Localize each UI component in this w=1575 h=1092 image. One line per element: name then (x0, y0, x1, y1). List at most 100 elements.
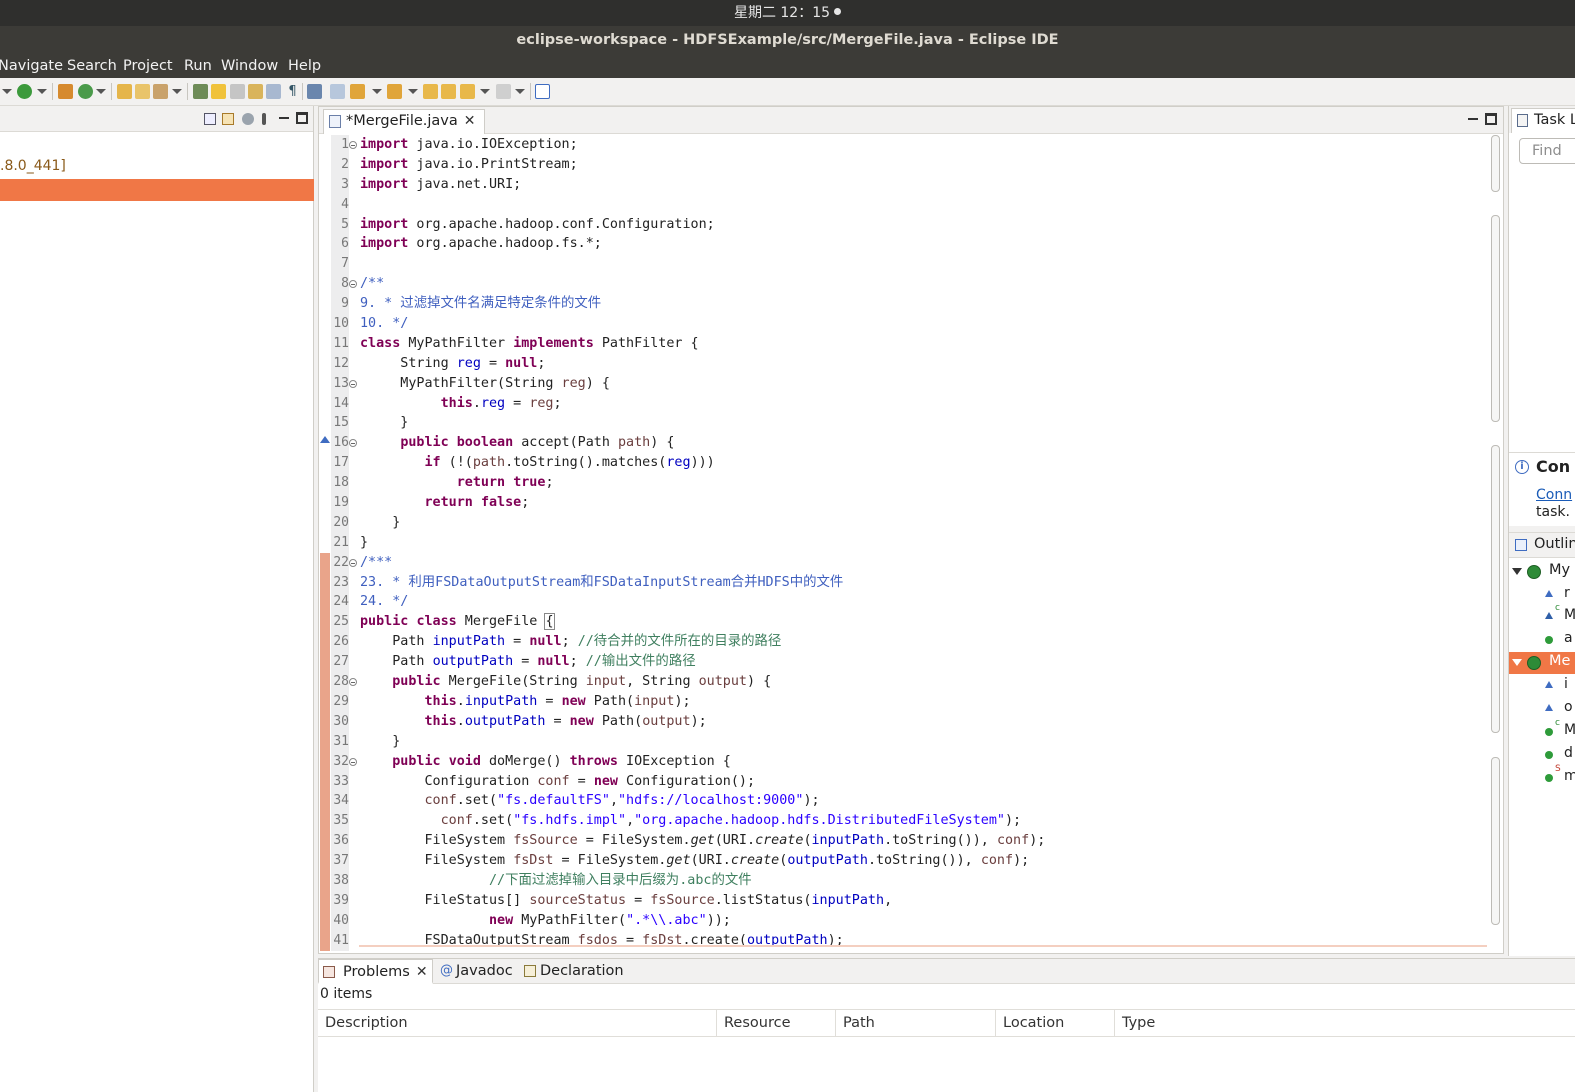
highlight-icon[interactable] (211, 84, 226, 99)
code-line[interactable]: 9 9. * 过滤掉文件名满足特定条件的文件 (319, 294, 1487, 314)
tab-javadoc[interactable]: @ Javadoc (436, 959, 513, 984)
selected-tree-item[interactable] (0, 179, 314, 201)
code-line[interactable]: 23 23. * 利用FSDataOutputStream和FSDataInput… (319, 573, 1487, 593)
column-description[interactable]: Description (318, 1010, 717, 1037)
code-line[interactable]: 17 if (!(path.toString().matches(reg))) (319, 453, 1487, 473)
code-line[interactable]: 30 this.outputPath = new Path(output); (319, 712, 1487, 732)
code-line[interactable]: 22 /*** (319, 553, 1487, 573)
dropdown-arrow-icon[interactable] (96, 89, 106, 94)
next-annotation-icon[interactable] (350, 84, 365, 99)
maximize-icon[interactable] (1485, 113, 1497, 125)
menu-navigate[interactable]: Navigate (0, 58, 63, 74)
menu-window[interactable]: Window (221, 58, 278, 74)
outline-item[interactable]: i (1509, 675, 1575, 697)
new-class-icon[interactable] (78, 84, 93, 99)
minimize-icon[interactable] (278, 112, 290, 124)
tab-declaration[interactable]: Declaration (520, 959, 624, 984)
dropdown-arrow-icon[interactable] (372, 89, 382, 94)
outline-item[interactable]: r (1509, 584, 1575, 606)
code-line[interactable]: 10 10. */ (319, 314, 1487, 334)
jre-library-label[interactable]: .8.0_441] (0, 158, 66, 174)
dropdown-arrow-icon[interactable] (2, 89, 12, 94)
tab-problems[interactable]: Problems ✕ (318, 959, 433, 984)
code-line[interactable]: 29 this.inputPath = new Path(input); (319, 692, 1487, 712)
code-line[interactable]: 35 conf.set("fs.hdfs.impl","org.apache.h… (319, 811, 1487, 831)
code-line[interactable]: 27 Path outputPath = null; //输出文件的路径 (319, 652, 1487, 672)
fold-toggle-icon[interactable] (349, 379, 357, 388)
tab-outline[interactable]: Outlin (1534, 536, 1575, 552)
outline-item[interactable]: o (1509, 698, 1575, 720)
dropdown-arrow-icon[interactable] (172, 89, 182, 94)
code-line[interactable]: 18 return true; (319, 473, 1487, 493)
code-line[interactable]: 25 public class MergeFile { (319, 612, 1487, 632)
open-perspective-icon[interactable] (535, 84, 550, 99)
code-line[interactable]: 3 import java.net.URI; (319, 175, 1487, 195)
code-line[interactable]: 12 String reg = null; (319, 354, 1487, 374)
expand-icon[interactable] (1512, 568, 1522, 575)
menu-project[interactable]: Project (123, 58, 173, 74)
code-line[interactable]: 21} (319, 533, 1487, 553)
outline-item-selected[interactable]: Me (1509, 652, 1575, 674)
open-type-icon[interactable] (117, 84, 132, 99)
find-input[interactable]: Find (1519, 138, 1575, 164)
code-line[interactable]: 33 Configuration conf = new Configuratio… (319, 772, 1487, 792)
code-line[interactable]: 16 public boolean accept(Path path) { (319, 433, 1487, 453)
previous-annotation-icon[interactable] (387, 84, 402, 99)
code-line[interactable]: 26 Path inputPath = null; //待合并的文件所在的目录的… (319, 632, 1487, 652)
forward-icon[interactable] (460, 84, 475, 99)
code-line[interactable]: 13 MyPathFilter(String reg) { (319, 374, 1487, 394)
expand-icon[interactable] (1512, 659, 1522, 666)
tab-mergefile[interactable]: *MergeFile.java ✕ (323, 109, 485, 134)
menu-help[interactable]: Help (288, 58, 321, 74)
code-line[interactable]: 11 class MyPathFilter implements PathFilt… (319, 334, 1487, 354)
code-line[interactable]: 41 FSDataOutputStream fsdos = fsDst.crea… (319, 931, 1487, 951)
outline-item[interactable]: c M (1509, 603, 1575, 628)
column-location[interactable]: Location (996, 1010, 1115, 1037)
outline-item[interactable]: c M (1509, 718, 1575, 743)
collapse-all-icon[interactable] (204, 113, 216, 125)
link-with-editor-icon[interactable] (222, 113, 234, 125)
annotation-icon[interactable] (193, 84, 208, 99)
code-line[interactable]: 5 import org.apache.hadoop.conf.Configura… (319, 215, 1487, 235)
navigate-forward-icon[interactable] (496, 84, 511, 99)
tab-task-list[interactable]: Task L (1511, 108, 1575, 133)
block-selection-icon[interactable] (266, 84, 281, 99)
code-line[interactable]: 36 FileSystem fsSource = FileSystem.get(… (319, 831, 1487, 851)
skip-breakpoints-icon[interactable] (330, 84, 345, 99)
code-line[interactable]: 1 import java.io.IOException; (319, 135, 1487, 155)
fold-toggle-icon[interactable] (349, 757, 357, 766)
close-icon[interactable]: ✕ (464, 110, 476, 133)
maximize-icon[interactable] (296, 112, 308, 124)
system-clock[interactable]: 星期二 12：15 (734, 5, 830, 21)
dropdown-arrow-icon[interactable] (515, 89, 525, 94)
code-line[interactable]: 14 this.reg = reg; (319, 394, 1487, 414)
fold-toggle-icon[interactable] (349, 558, 357, 567)
column-resource[interactable]: Resource (717, 1010, 836, 1037)
connect-link[interactable]: Conn (1536, 487, 1572, 503)
back-icon[interactable] (441, 84, 456, 99)
debug-icon[interactable] (17, 84, 32, 99)
filters-icon[interactable] (242, 113, 254, 125)
column-path[interactable]: Path (836, 1010, 996, 1037)
code-line[interactable]: 4 (319, 195, 1487, 215)
open-folder-icon[interactable] (135, 84, 150, 99)
minimize-icon[interactable] (1467, 113, 1479, 125)
code-line[interactable]: 8 /** (319, 274, 1487, 294)
code-line[interactable]: 38 //下面过滤掉输入目录中后缀为.abc的文件 (319, 871, 1487, 891)
fold-toggle-icon[interactable] (349, 678, 357, 687)
editor-vertical-scrollbar[interactable] (1487, 135, 1503, 951)
outline-item[interactable]: My (1509, 561, 1575, 583)
menu-run[interactable]: Run (184, 58, 212, 74)
code-line[interactable]: 2 import java.io.PrintStream; (319, 155, 1487, 175)
code-line[interactable]: 37 FileSystem fsDst = FileSystem.get(URI… (319, 851, 1487, 871)
dropdown-arrow-icon[interactable] (480, 89, 490, 94)
fold-toggle-icon[interactable] (349, 280, 357, 289)
menu-search[interactable]: Search (67, 58, 117, 74)
code-line[interactable]: 19 return false; (319, 493, 1487, 513)
view-menu-icon[interactable] (262, 113, 266, 125)
show-whitespace-icon[interactable]: ¶ (285, 84, 300, 99)
code-line[interactable]: 40 new MyPathFilter(".*\\.abc")); (319, 911, 1487, 931)
outline-item[interactable]: a (1509, 629, 1575, 651)
outline-item[interactable]: d (1509, 744, 1575, 766)
fold-toggle-icon[interactable] (349, 439, 357, 448)
